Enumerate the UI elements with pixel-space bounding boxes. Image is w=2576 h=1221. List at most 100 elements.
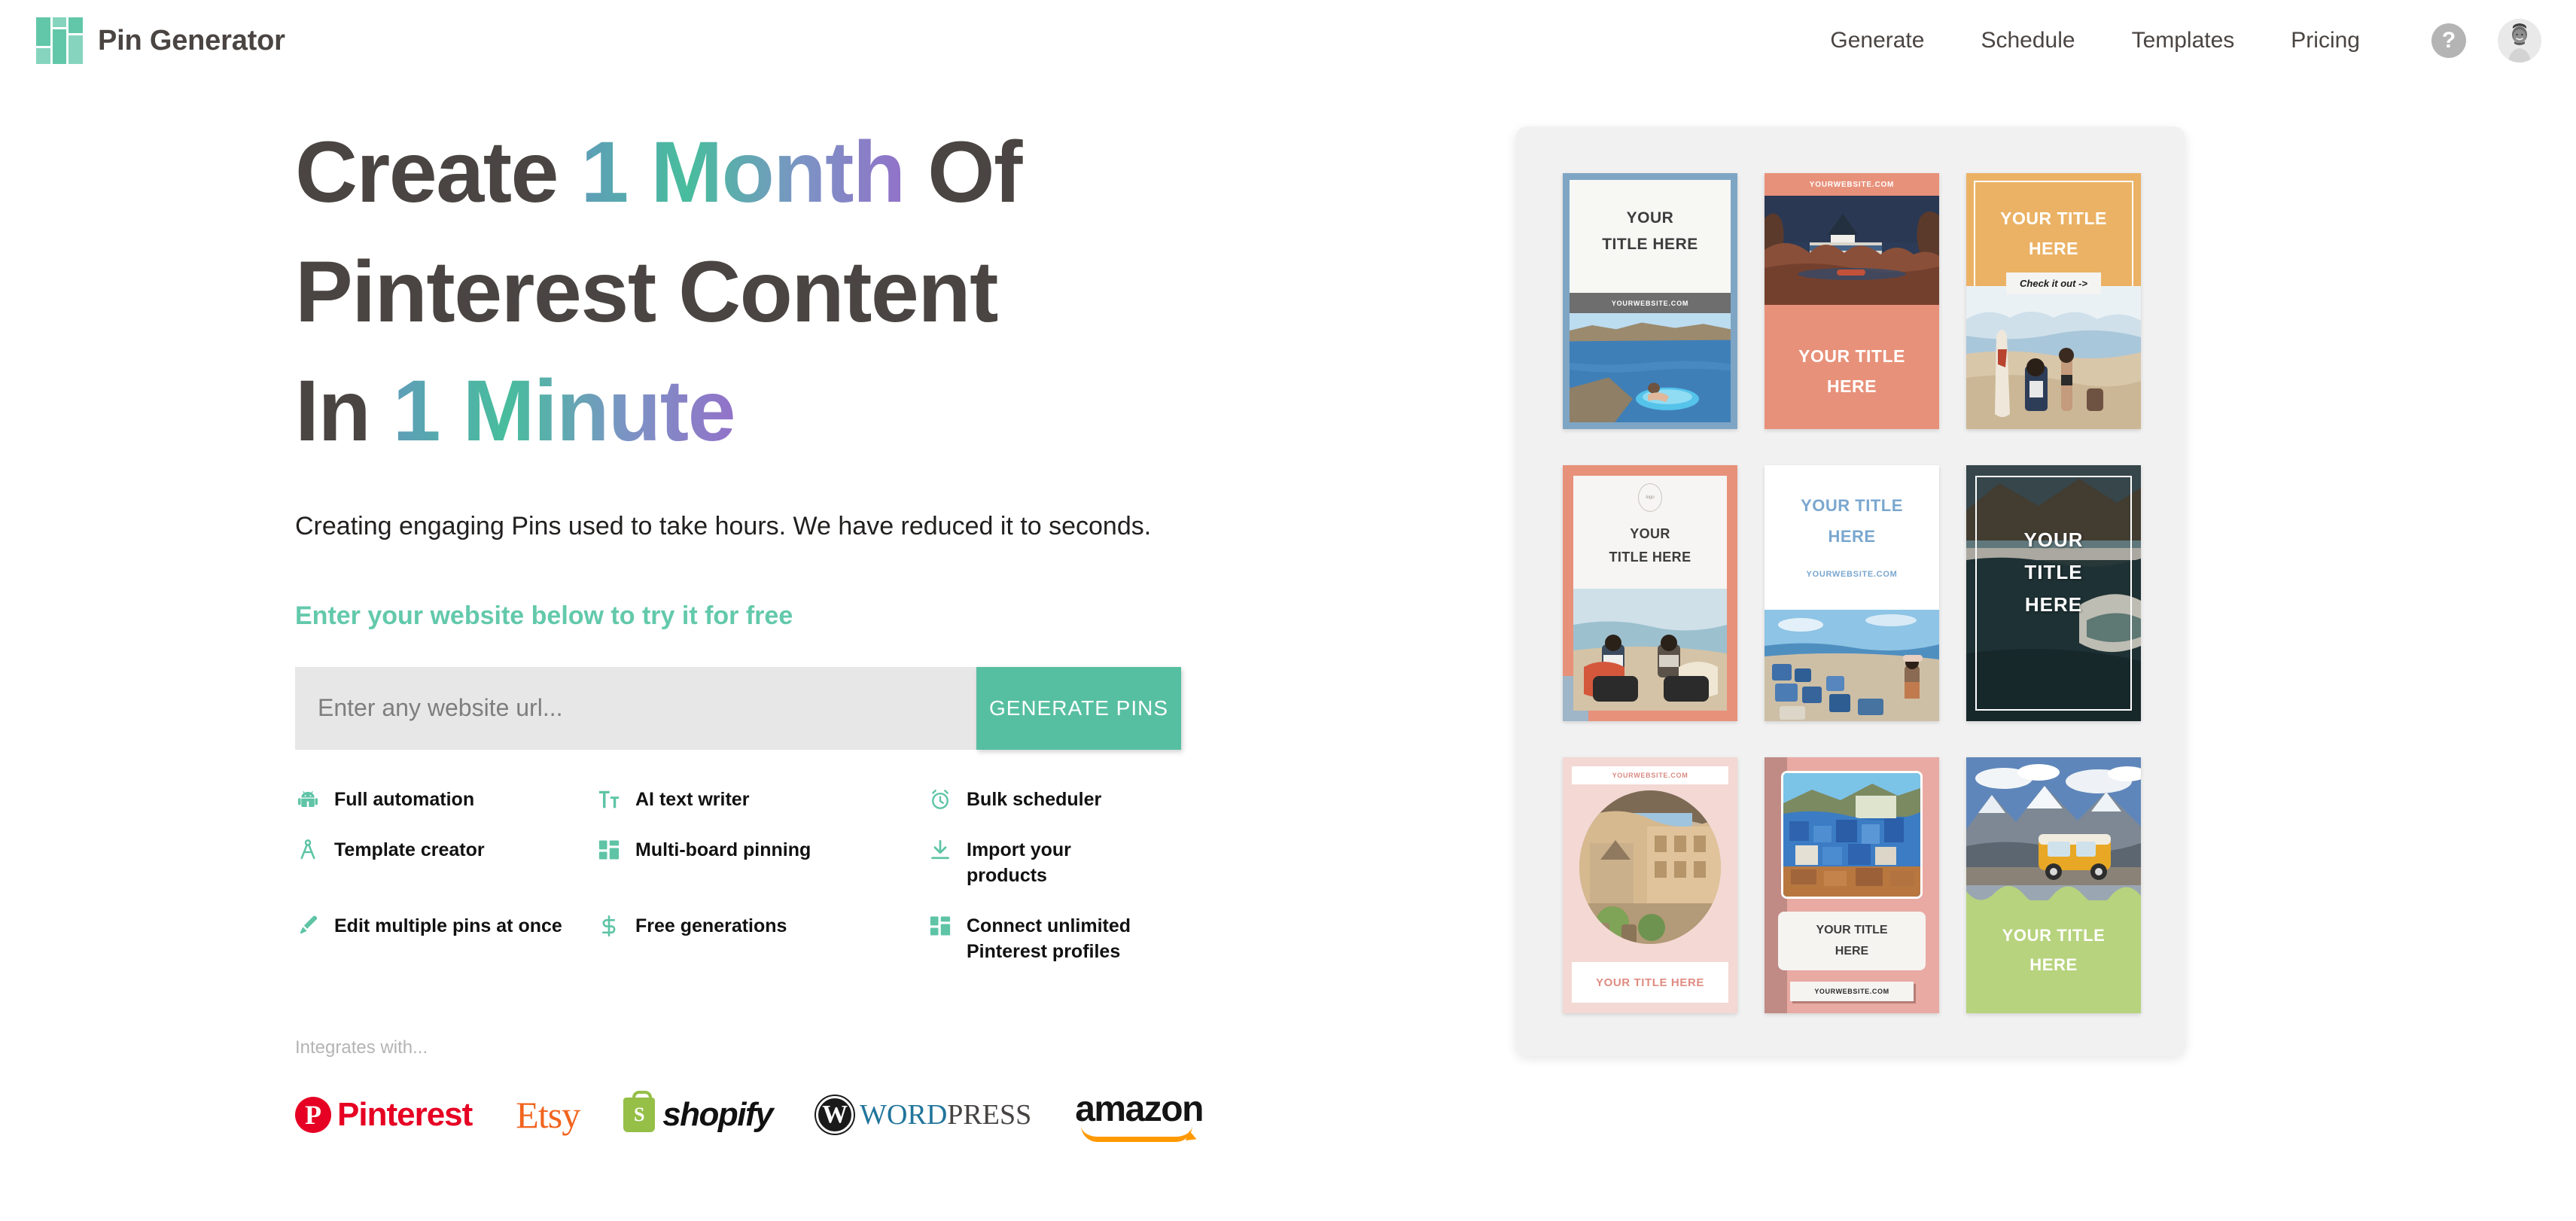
pin-title: YOUR TITLE HERE xyxy=(1602,209,1698,253)
headline-line-2: Pinterest Content xyxy=(295,243,998,340)
url-form: GENERATE PINS xyxy=(295,666,1274,750)
shopify-label: shopify xyxy=(662,1095,773,1133)
feature-label: Edit multiple pins at once xyxy=(334,915,562,936)
pin-card-1[interactable]: YOUR TITLE HERE YOURWEBSITE.COM xyxy=(1563,173,1737,429)
pin-website-bar: YOURWEBSITE.COM xyxy=(1809,180,1895,189)
pin-card-4[interactable]: logo YOUR TITLE HERE xyxy=(1563,465,1737,721)
nav-item-templates[interactable]: Templates xyxy=(2132,28,2235,53)
pin-card-9[interactable]: YOUR TITLE HERE xyxy=(1966,757,2141,1013)
integrations-label: Integrates with... xyxy=(295,1037,428,1058)
feature-list: Full automation AI text writer Bulk sche… xyxy=(295,787,1146,965)
pin-title: YOUR TITLE HERE xyxy=(1572,962,1728,1003)
main-nav: Generate Schedule Templates Pricing ? xyxy=(1774,19,2541,62)
headline-highlight-month: 1 Month xyxy=(580,124,906,221)
feature-label: Import your products xyxy=(967,839,1071,887)
feature-item-edit-multiple-pins: Edit multiple pins at once xyxy=(295,913,596,965)
pin-card-5[interactable]: YOUR TITLE HERE YOURWEBSITE.COM xyxy=(1765,465,1939,721)
pin-website-bar: YOURWEBSITE.COM xyxy=(1790,982,1914,1001)
feature-item-multi-board-pinning: Multi-board pinning xyxy=(596,837,927,889)
pin-card-2[interactable]: YOURWEBSITE.COM YOUR TITLE HERE xyxy=(1765,173,1939,429)
pin-website-bar: YOURWEBSITE.COM xyxy=(1570,293,1731,313)
feature-item-connect-profiles: Connect unlimited Pinterest profiles xyxy=(927,913,1146,965)
feature-label: Multi-board pinning xyxy=(635,839,811,860)
brand-logo[interactable]: Pin Generator xyxy=(36,17,285,64)
grid-blocks-icon xyxy=(927,913,953,939)
hero-subheading: Creating engaging Pins used to take hour… xyxy=(295,512,1152,541)
pin-website-label: YOURWEBSITE.COM xyxy=(1806,570,1898,580)
pin-seal-icon: logo xyxy=(1638,483,1662,512)
feature-label: Full automation xyxy=(334,789,475,810)
pin-card-3[interactable]: YOUR TITLE HERE Check it out -> xyxy=(1966,173,2141,429)
grid-logo-icon xyxy=(36,17,83,64)
page-title: Create 1 Month Of Pinterest Content In 1… xyxy=(295,113,1274,471)
pin-card-7[interactable]: YOURWEBSITE.COM YOUR TITLE HERE xyxy=(1563,757,1737,1013)
nav-item-pricing[interactable]: Pricing xyxy=(2291,28,2360,53)
feature-item-full-automation: Full automation xyxy=(295,787,596,813)
etsy-label: Etsy xyxy=(516,1093,580,1136)
pin-photo xyxy=(1570,313,1731,422)
feature-item-ai-text-writer: AI text writer xyxy=(596,787,927,813)
amazon-swoosh-icon xyxy=(1081,1125,1193,1142)
alarm-clock-icon xyxy=(927,787,953,812)
robot-icon xyxy=(295,787,321,812)
feature-label: Connect unlimited Pinterest profiles xyxy=(967,915,1131,963)
brand-name: Pin Generator xyxy=(98,24,285,56)
website-url-input[interactable] xyxy=(295,666,976,750)
feature-item-template-creator: Template creator xyxy=(295,837,596,889)
nav-item-schedule[interactable]: Schedule xyxy=(1981,28,2075,53)
feature-label: Bulk scheduler xyxy=(967,789,1102,810)
nav-item-generate[interactable]: Generate xyxy=(1830,28,1924,53)
feature-item-bulk-scheduler: Bulk scheduler xyxy=(927,787,1146,813)
feature-label: Template creator xyxy=(334,839,485,860)
compass-icon xyxy=(295,837,321,863)
help-icon[interactable]: ? xyxy=(2431,23,2466,58)
amazon-label: amazon xyxy=(1075,1089,1204,1129)
paintbrush-icon xyxy=(295,913,321,939)
amazon-logo: amazon xyxy=(1075,1089,1204,1142)
pin-title: YOUR TITLE HERE xyxy=(2000,209,2107,259)
pin-card-6[interactable]: YOUR TITLE HERE xyxy=(1966,465,2141,721)
integration-logos: P Pinterest Etsy S shopify W WORDPRESS a… xyxy=(295,1089,1247,1142)
pin-grid: YOUR TITLE HERE YOURWEBSITE.COM YOURWEBS… xyxy=(1563,173,2141,1013)
feature-item-import-products: Import your products xyxy=(927,837,1146,889)
headline-part-3: In xyxy=(295,363,393,460)
pin-title: YOUR TITLE HERE xyxy=(2023,528,2084,616)
pin-card-8[interactable]: YOUR TITLE HERE YOURWEBSITE.COM xyxy=(1765,757,1939,1013)
grid-blocks-icon xyxy=(596,837,622,863)
download-icon xyxy=(927,837,953,863)
pin-title: YOUR TITLE HERE xyxy=(2002,926,2106,974)
wordpress-icon: W xyxy=(816,1095,854,1134)
pin-photo xyxy=(1781,771,1923,899)
pin-wave-shape xyxy=(1966,878,2141,912)
feature-label: AI text writer xyxy=(635,789,750,810)
pin-photo xyxy=(1573,589,1727,711)
site-header: Pin Generator Generate Schedule Template… xyxy=(0,0,2576,81)
form-cta-label: Enter your website below to try it for f… xyxy=(295,601,793,630)
pinterest-icon: P xyxy=(295,1096,331,1133)
hero-section: Create 1 Month Of Pinterest Content In 1… xyxy=(295,113,1274,750)
text-format-icon xyxy=(596,787,622,812)
pinterest-logo: P Pinterest xyxy=(295,1095,473,1134)
dollar-sign-icon xyxy=(596,913,622,939)
pinterest-label: Pinterest xyxy=(337,1095,473,1133)
pin-photo xyxy=(1765,610,1939,721)
headline-part-2: Of xyxy=(904,124,1022,221)
pin-photo xyxy=(1765,196,1939,305)
etsy-logo: Etsy xyxy=(516,1093,580,1137)
pin-cta-button[interactable]: Check it out -> xyxy=(2006,273,2101,294)
shopify-logo: S shopify xyxy=(623,1090,774,1134)
generate-pins-button[interactable]: GENERATE PINS xyxy=(976,666,1181,750)
wordpress-logo: W WORDPRESS xyxy=(816,1095,1031,1134)
headline-part-1: Create xyxy=(295,124,581,221)
integrations-section: Integrates with... P Pinterest Etsy S sh… xyxy=(295,1037,1247,1142)
pin-title: YOUR TITLE HERE xyxy=(1798,346,1905,397)
shopify-bag-icon: S xyxy=(623,1090,656,1132)
feature-item-free-generations: Free generations xyxy=(596,913,927,965)
pin-preview-panel: YOUR TITLE HERE YOURWEBSITE.COM YOURWEBS… xyxy=(1515,126,2185,1056)
feature-label: Free generations xyxy=(635,915,787,936)
pin-photo xyxy=(1579,790,1721,944)
avatar[interactable] xyxy=(2498,19,2541,62)
pin-title: YOUR TITLE HERE xyxy=(1778,912,1926,970)
pin-website-bar: YOURWEBSITE.COM xyxy=(1572,766,1728,784)
headline-highlight-minute: 1 Minute xyxy=(392,363,736,460)
